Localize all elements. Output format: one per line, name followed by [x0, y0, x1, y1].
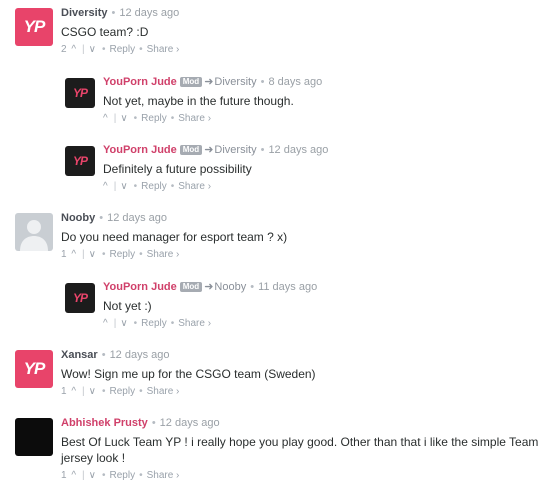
share-link[interactable]: Share ›: [178, 113, 211, 124]
downvote-icon[interactable]: ∨: [120, 317, 127, 331]
comment-time[interactable]: 12 days ago: [119, 7, 179, 19]
separator-dot: •: [139, 249, 143, 260]
separator-dot: •: [133, 181, 138, 192]
vote-count: 1: [61, 386, 67, 397]
separator-dot: •: [260, 76, 265, 88]
parent-author-link[interactable]: Nooby: [214, 281, 246, 293]
comment-text: CSGO team? :D: [61, 25, 149, 39]
comment-text: Definitely a future possibility: [103, 162, 252, 176]
downvote-icon[interactable]: ∨: [89, 248, 96, 262]
avatar-logo-text: YP: [23, 359, 46, 378]
separator-dot: •: [133, 113, 138, 124]
reply-link[interactable]: Reply: [110, 470, 136, 480]
avatar[interactable]: YP: [65, 283, 95, 313]
comment-text: Not yet, maybe in the future though.: [103, 94, 294, 108]
mod-badge: Mod: [179, 145, 203, 155]
comment-time[interactable]: 11 days ago: [258, 281, 317, 293]
separator-dot: •: [170, 113, 175, 124]
share-link[interactable]: Share ›: [147, 470, 180, 480]
share-link[interactable]: Share ›: [178, 318, 211, 329]
upvote-icon[interactable]: ^: [103, 180, 108, 194]
separator-dot: •: [99, 212, 104, 224]
reply-arrow-icon: ➜: [204, 144, 214, 156]
separator-dot: •: [139, 44, 143, 55]
separator-dot: •: [250, 281, 255, 293]
reply-link[interactable]: Reply: [141, 318, 167, 329]
downvote-icon[interactable]: ∨: [89, 43, 96, 57]
share-link[interactable]: Share ›: [147, 44, 180, 55]
downvote-icon[interactable]: ∨: [120, 112, 127, 126]
reply-arrow-icon: ➜: [204, 281, 214, 293]
comment-time[interactable]: 12 days ago: [268, 144, 328, 156]
separator-dot: •: [139, 470, 143, 480]
share-link[interactable]: Share ›: [178, 181, 211, 192]
downvote-icon[interactable]: ∨: [120, 180, 127, 194]
reply-link[interactable]: Reply: [110, 44, 136, 55]
avatar-logo-text: YP: [72, 154, 88, 168]
comment-text: Wow! Sign me up for the CSGO team (Swede…: [61, 367, 316, 381]
separator-dot: •: [101, 249, 106, 260]
separator-dot: •: [133, 318, 138, 329]
separator-dot: •: [170, 318, 175, 329]
separator-dot: •: [139, 386, 143, 397]
avatar[interactable]: YP: [15, 8, 53, 46]
downvote-icon[interactable]: ∨: [89, 469, 96, 480]
share-link[interactable]: Share ›: [147, 386, 180, 397]
comment-text: Not yet :): [103, 299, 152, 313]
reply-arrow-icon: ➜: [204, 76, 214, 88]
comment-author[interactable]: Xansar: [61, 349, 98, 361]
avatar-logo-text: YP: [72, 86, 88, 100]
upvote-icon[interactable]: ^: [71, 43, 76, 57]
reply-link[interactable]: Reply: [110, 386, 136, 397]
comment-author[interactable]: Nooby: [61, 212, 95, 224]
upvote-icon[interactable]: ^: [71, 385, 76, 399]
comment-text: Best Of Luck Team YP ! i really hope you…: [61, 435, 539, 465]
comment-time[interactable]: 12 days ago: [107, 212, 167, 224]
separator-dot: •: [170, 181, 175, 192]
separator-dot: •: [101, 386, 106, 397]
comment-text: Do you need manager for esport team ? x): [61, 230, 288, 244]
reply-link[interactable]: Reply: [110, 249, 136, 260]
separator-dot: •: [101, 349, 106, 361]
avatar[interactable]: YP: [15, 350, 53, 388]
separator-dot: •: [101, 44, 106, 55]
separator-dot: •: [260, 144, 265, 156]
mod-badge: Mod: [179, 77, 203, 87]
comment-author[interactable]: Diversity: [61, 7, 107, 19]
comment-author[interactable]: YouPorn Jude: [103, 76, 177, 88]
vote-count: 2: [61, 44, 67, 55]
comment-author[interactable]: Abhishek Prusty: [61, 417, 148, 429]
comment-author[interactable]: YouPorn Jude: [103, 144, 177, 156]
separator-dot: •: [101, 470, 106, 480]
avatar-logo-text: YP: [23, 17, 46, 36]
comment-time[interactable]: 12 days ago: [110, 349, 170, 361]
avatar[interactable]: [15, 418, 53, 456]
comment-time[interactable]: 12 days ago: [160, 417, 220, 429]
parent-author-link[interactable]: Diversity: [214, 144, 256, 156]
upvote-icon[interactable]: ^: [71, 248, 76, 262]
downvote-icon[interactable]: ∨: [89, 385, 96, 399]
upvote-icon[interactable]: ^: [103, 317, 108, 331]
reply-link[interactable]: Reply: [141, 181, 167, 192]
comment-time[interactable]: 8 days ago: [268, 76, 322, 88]
avatar[interactable]: YP: [65, 78, 95, 108]
comment-author[interactable]: YouPorn Jude: [103, 281, 177, 293]
share-link[interactable]: Share ›: [147, 249, 180, 260]
mod-badge: Mod: [179, 282, 203, 292]
separator-dot: •: [111, 7, 116, 19]
avatar[interactable]: YP: [65, 146, 95, 176]
reply-link[interactable]: Reply: [141, 113, 167, 124]
avatar-logo-text: YP: [72, 291, 88, 305]
upvote-icon[interactable]: ^: [103, 112, 108, 126]
vote-count: 1: [61, 470, 67, 480]
avatar-default-icon[interactable]: [15, 213, 53, 251]
separator-dot: •: [151, 417, 156, 429]
parent-author-link[interactable]: Diversity: [214, 76, 256, 88]
vote-count: 1: [61, 249, 67, 260]
upvote-icon[interactable]: ^: [71, 469, 76, 480]
